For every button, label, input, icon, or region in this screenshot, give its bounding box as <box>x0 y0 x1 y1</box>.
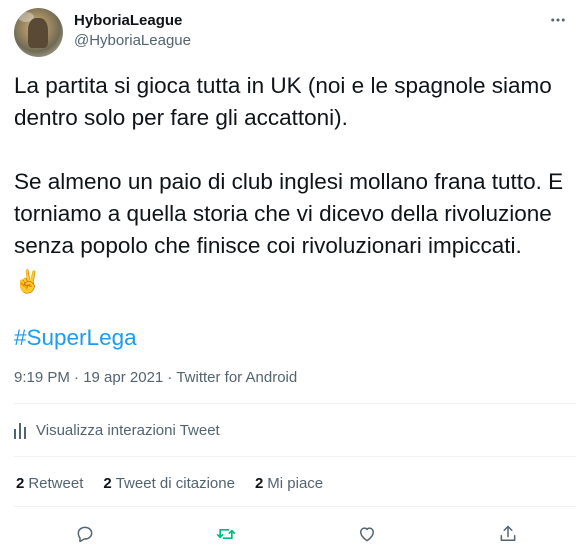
retweet-button[interactable] <box>208 518 244 550</box>
more-icon[interactable] <box>546 10 570 30</box>
quotes-count: 2 <box>103 475 112 492</box>
likes-stat[interactable]: 2 Mi piace <box>255 474 323 494</box>
reply-button[interactable] <box>67 518 103 550</box>
likes-label: Mi piace <box>267 475 324 492</box>
author-display-name[interactable]: HyboriaLeague <box>74 11 191 31</box>
divider <box>14 506 576 507</box>
quotes-stat[interactable]: 2 Tweet di citazione <box>103 474 235 494</box>
divider <box>14 456 576 457</box>
retweets-label: Retweet <box>28 475 84 492</box>
retweets-count: 2 <box>16 475 25 492</box>
victory-hand-emoji: ✌️ <box>14 269 42 294</box>
like-icon <box>360 527 374 542</box>
retweets-stat[interactable]: 2 Retweet <box>16 474 83 494</box>
tweet-paragraph-1: La partita si gioca tutta in UK (noi e l… <box>14 73 552 130</box>
author-names[interactable]: HyboriaLeague @HyboriaLeague <box>74 11 191 51</box>
share-button[interactable] <box>490 518 526 550</box>
tweet-meta[interactable]: 9:19 PM · 19 apr 2021 · Twitter for Andr… <box>14 368 297 388</box>
analytics-link[interactable]: Visualizza interazioni Tweet <box>14 420 220 442</box>
tweet-stats: 2 Retweet 2 Tweet di citazione 2 Mi piace <box>16 474 343 494</box>
likes-count: 2 <box>254 475 264 492</box>
retweet-icon <box>216 529 236 539</box>
analytics-label[interactable]: Visualizza interazioni Tweet <box>36 420 220 442</box>
tweet-text: La partita si gioca tutta in UK (noi e l… <box>14 70 574 262</box>
share-icon <box>500 525 516 541</box>
reply-icon <box>77 526 93 543</box>
hashtag-link[interactable]: #SuperLega <box>14 322 137 354</box>
analytics-icon <box>14 423 26 439</box>
avatar[interactable] <box>14 8 63 57</box>
like-button[interactable] <box>349 518 385 550</box>
quotes-label: Tweet di citazione <box>115 475 235 492</box>
action-bar <box>0 518 588 550</box>
author-handle[interactable]: @HyboriaLeague <box>74 31 191 51</box>
divider <box>14 403 576 404</box>
tweet-paragraph-2: Se almeno un paio di club inglesi mollan… <box>14 169 564 258</box>
tweet-header: HyboriaLeague @HyboriaLeague <box>14 8 574 58</box>
